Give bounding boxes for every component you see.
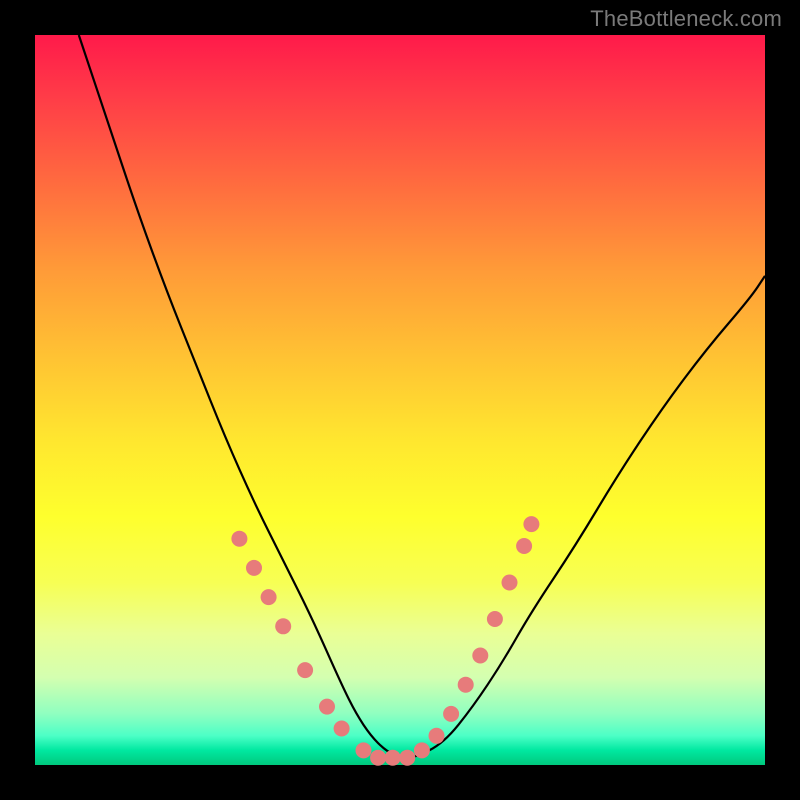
- marker-dot: [429, 728, 445, 744]
- plot-area: [35, 35, 765, 765]
- marker-dot: [458, 677, 474, 693]
- marker-dot: [472, 648, 488, 664]
- marker-dot: [297, 662, 313, 678]
- marker-dot: [356, 742, 372, 758]
- marker-dot: [319, 699, 335, 715]
- marker-dot: [443, 706, 459, 722]
- marker-dot: [502, 575, 518, 591]
- marker-dot: [275, 618, 291, 634]
- marker-dot: [516, 538, 532, 554]
- marker-dot: [246, 560, 262, 576]
- chart-frame: TheBottleneck.com: [0, 0, 800, 800]
- marker-dot: [414, 742, 430, 758]
- bottleneck-curve: [79, 35, 765, 758]
- marker-dot: [334, 721, 350, 737]
- marker-dot: [385, 750, 401, 766]
- curve-markers: [231, 516, 539, 766]
- marker-dot: [370, 750, 386, 766]
- marker-dot: [487, 611, 503, 627]
- marker-dot: [231, 531, 247, 547]
- marker-dot: [261, 589, 277, 605]
- marker-dot: [399, 750, 415, 766]
- curve-svg: [35, 35, 765, 765]
- marker-dot: [523, 516, 539, 532]
- watermark-text: TheBottleneck.com: [590, 6, 782, 32]
